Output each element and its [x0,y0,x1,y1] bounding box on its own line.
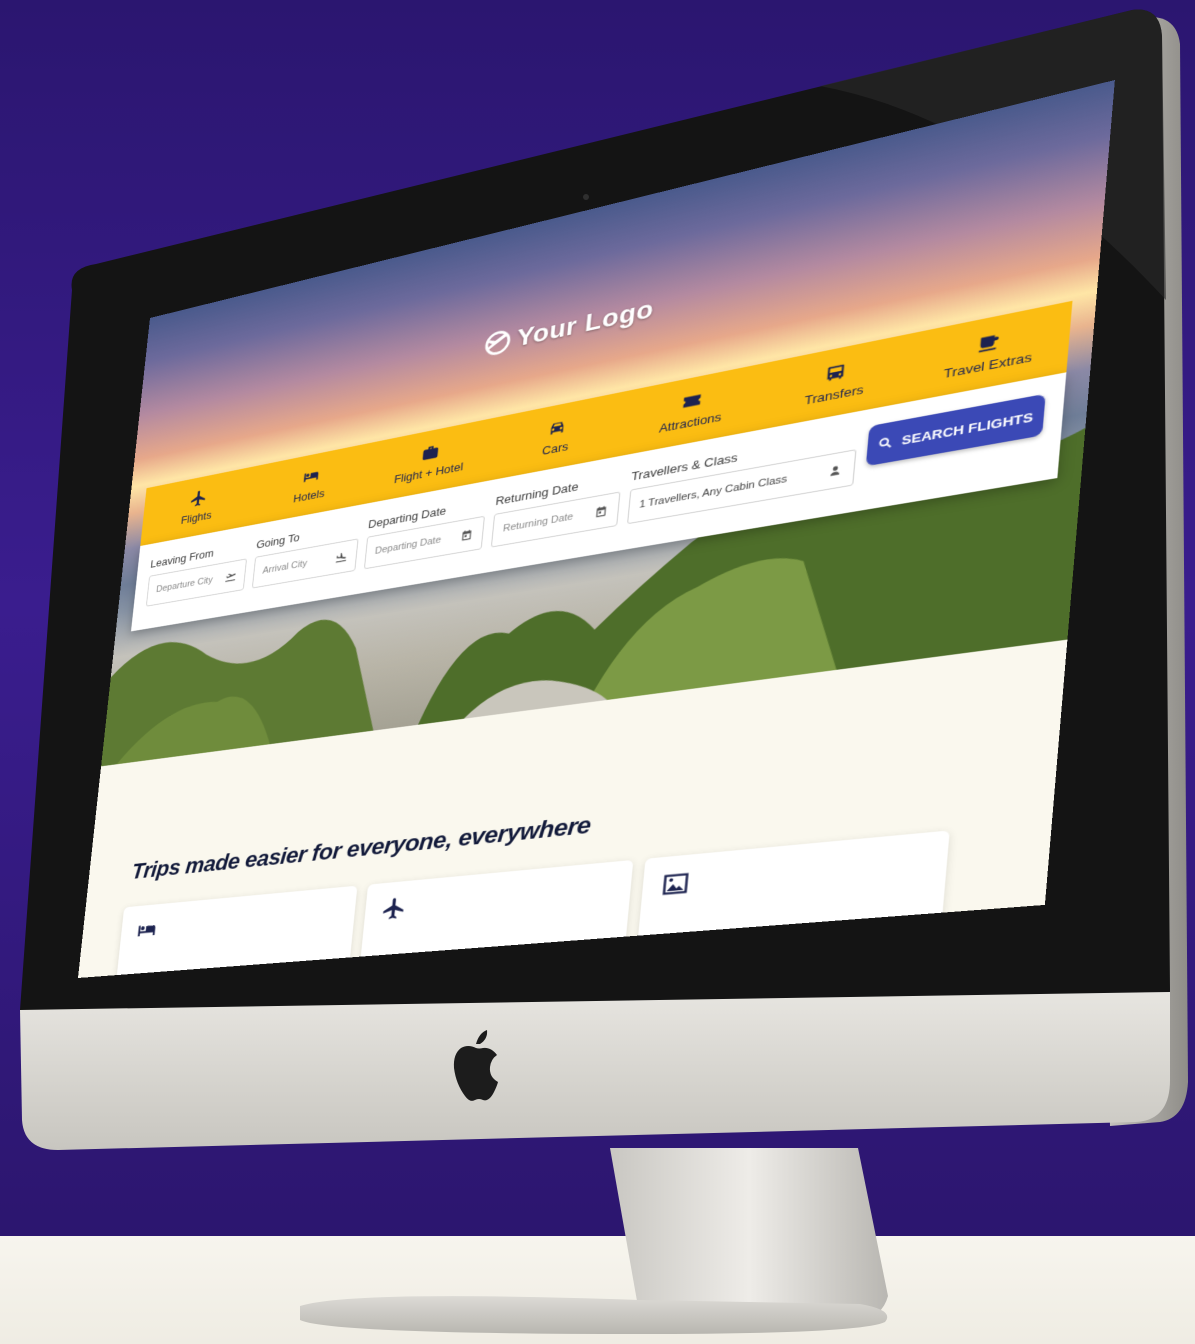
calendar-icon [595,505,606,518]
tab-label: Transfers [803,382,865,408]
leaving-from-placeholder: Departure City [155,574,214,595]
tab-label: Attractions [658,409,723,436]
car-icon [550,421,564,435]
going-to-placeholder: Arrival City [262,558,308,577]
returning-date-placeholder: Returning Date [502,511,574,535]
globe-plane-icon [482,327,512,359]
coffee-icon [979,334,1000,353]
logo-text: Your Logo [515,294,656,352]
tab-label: Cars [541,439,569,458]
bed-icon [303,470,319,483]
returning-date-field: Returning Date Returning Date [491,472,622,548]
ticket-icon [683,394,701,408]
departing-date-field: Departing Date Departing Date [363,496,487,570]
departing-date-placeholder: Departing Date [374,534,442,557]
image-icon [660,869,691,898]
search-flights-button[interactable]: SEARCH FLIGHTS [865,393,1046,467]
plane-icon [382,897,405,920]
search-icon [877,435,894,451]
person-icon [830,465,840,476]
leaving-from-field: Leaving From Departure City [145,540,249,607]
suitcase-icon [422,444,439,461]
plane-icon [190,489,206,508]
takeoff-icon [225,572,236,582]
travellers-value: 1 Travellers, Any Cabin Class [638,473,788,511]
going-to-field: Going To Arrival City [251,520,360,589]
bus-icon [827,364,845,382]
brand-logo-icon [453,1030,498,1101]
tab-label: Travel Extras [943,349,1033,382]
tab-label: Flight + Hotel [393,459,464,486]
tab-label: Hotels [292,486,326,506]
search-button-label: SEARCH FLIGHTS [901,409,1034,448]
landing-icon [335,552,347,563]
tab-label: Flights [180,508,213,527]
bed-icon [137,924,156,937]
calendar-icon [462,529,472,541]
